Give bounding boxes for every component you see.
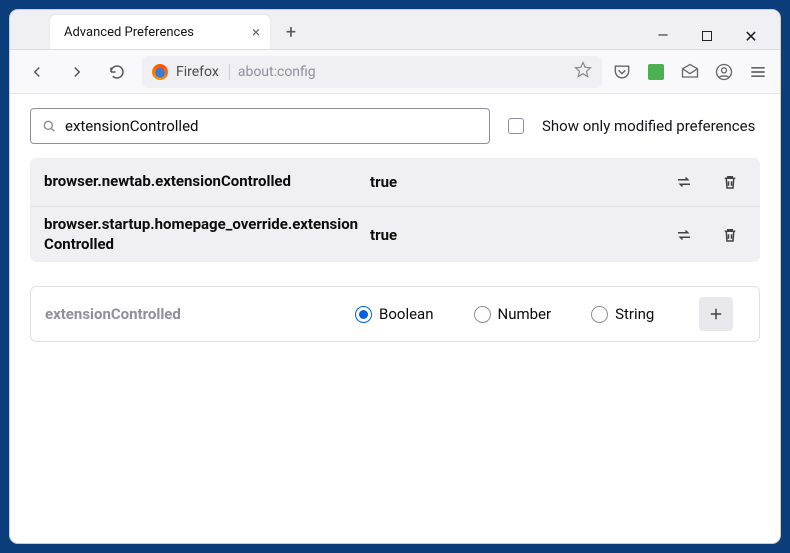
preference-name: browser.startup.homepage_override.extens…	[44, 215, 364, 254]
url-path: about:config	[238, 64, 316, 80]
swap-icon	[675, 173, 693, 191]
browser-window: Advanced Preferences × + — ✕ Firefox abo…	[10, 10, 780, 543]
maximize-icon[interactable]	[700, 29, 714, 43]
preference-row[interactable]: browser.startup.homepage_override.extens…	[30, 206, 760, 262]
preferences-list: browser.newtab.extensionControlled true …	[30, 158, 760, 262]
minimize-icon[interactable]: —	[656, 29, 670, 43]
trash-icon	[721, 173, 739, 191]
modified-only-checkbox[interactable]	[508, 118, 524, 134]
back-button[interactable]	[22, 57, 52, 87]
preference-value: true	[370, 226, 662, 244]
forward-button[interactable]	[62, 57, 92, 87]
extension-icon[interactable]	[646, 62, 666, 82]
type-radio-boolean[interactable]: Boolean	[355, 305, 434, 323]
url-bar[interactable]: Firefox about:config	[142, 56, 602, 88]
toggle-button[interactable]	[668, 219, 700, 251]
preference-value: true	[370, 173, 662, 191]
radio-label: String	[615, 305, 654, 323]
page-content: extensionControlled Show only modified p…	[10, 94, 780, 543]
type-radio-string[interactable]: String	[591, 305, 654, 323]
url-host: Firefox	[176, 64, 230, 80]
toolbar-icons	[612, 62, 768, 82]
radio-icon	[591, 306, 608, 323]
add-preference-row: extensionControlled Boolean Number Strin…	[30, 286, 760, 342]
tab-bar: Advanced Preferences × + — ✕	[10, 10, 780, 50]
menu-icon[interactable]	[748, 62, 768, 82]
swap-icon	[675, 226, 693, 244]
radio-label: Number	[498, 305, 552, 323]
search-row: extensionControlled Show only modified p…	[30, 108, 760, 144]
radio-icon	[474, 306, 491, 323]
type-radio-group: Boolean Number String	[355, 305, 689, 323]
navigation-toolbar: Firefox about:config	[10, 50, 780, 94]
delete-button[interactable]	[714, 219, 746, 251]
tab-title: Advanced Preferences	[64, 25, 194, 40]
window-controls: — ✕	[656, 29, 772, 43]
preference-row[interactable]: browser.newtab.extensionControlled true	[30, 158, 760, 206]
search-icon	[41, 118, 57, 134]
trash-icon	[721, 226, 739, 244]
modified-only-label: Show only modified preferences	[542, 117, 755, 135]
close-tab-icon[interactable]: ×	[252, 23, 260, 41]
delete-button[interactable]	[714, 166, 746, 198]
plus-icon	[707, 305, 725, 323]
firefox-icon	[152, 64, 168, 80]
search-value: extensionControlled	[65, 117, 198, 135]
new-tab-button[interactable]: +	[276, 17, 306, 47]
toggle-button[interactable]	[668, 166, 700, 198]
bookmark-star-icon[interactable]	[574, 61, 592, 83]
type-radio-number[interactable]: Number	[474, 305, 552, 323]
search-input[interactable]: extensionControlled	[30, 108, 490, 144]
radio-icon	[355, 306, 372, 323]
reload-button[interactable]	[102, 57, 132, 87]
preference-name: browser.newtab.extensionControlled	[44, 172, 364, 192]
pocket-icon[interactable]	[612, 62, 632, 82]
add-button[interactable]	[699, 297, 733, 331]
close-window-icon[interactable]: ✕	[744, 29, 758, 43]
account-icon[interactable]	[714, 62, 734, 82]
mail-icon[interactable]	[680, 62, 700, 82]
radio-label: Boolean	[379, 305, 434, 323]
add-preference-name: extensionControlled	[45, 305, 345, 323]
active-tab[interactable]: Advanced Preferences ×	[50, 15, 270, 49]
